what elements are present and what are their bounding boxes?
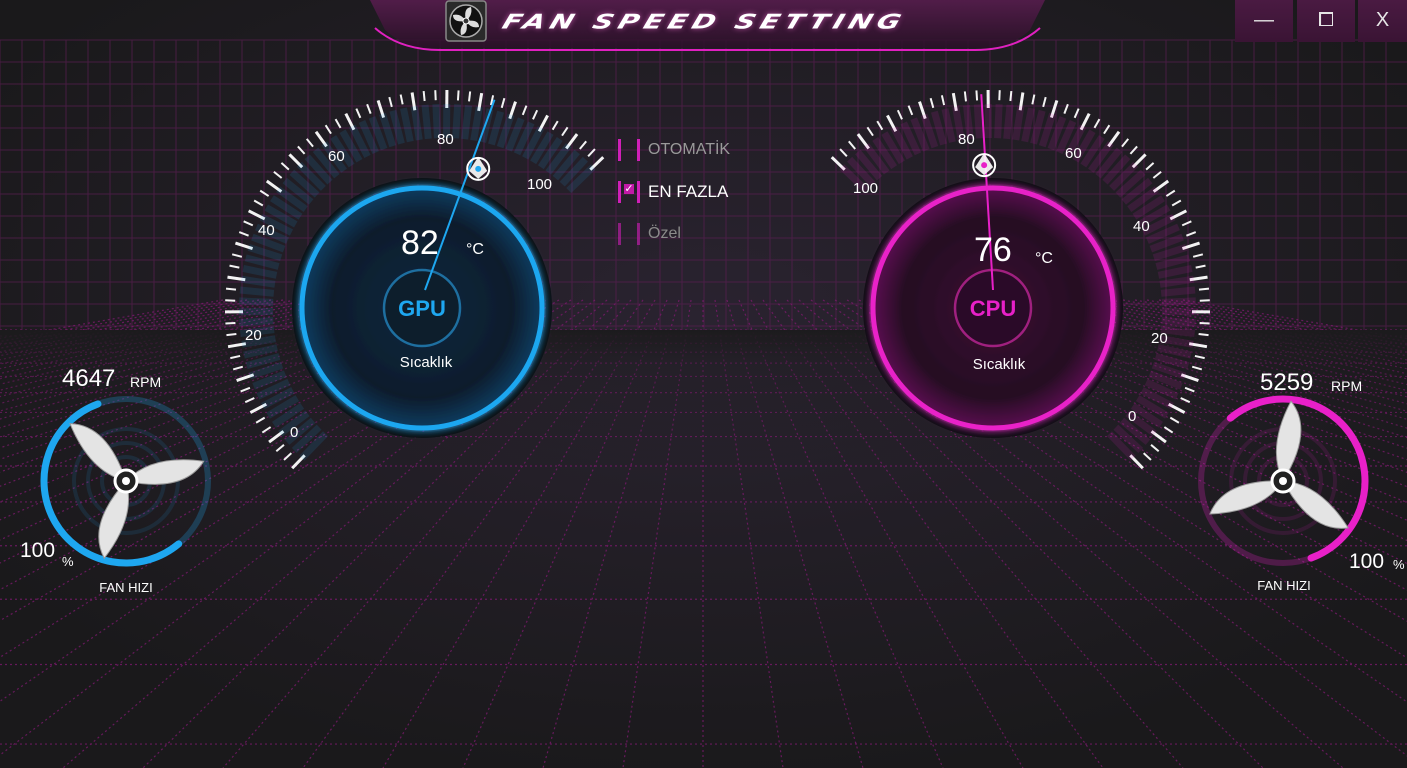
gpu-fan-rpm: 4647 <box>62 365 116 392</box>
cpu-tick-label: 40 <box>1133 218 1150 235</box>
mode-option-auto[interactable]: OTOMATİK <box>618 137 730 163</box>
cpu-needle-pivot <box>972 153 997 178</box>
cpu-fan-widget <box>1198 395 1369 566</box>
mode-label: Özel <box>648 225 681 242</box>
gpu-needle-pivot <box>466 156 491 181</box>
cpu-tick-label: 60 <box>1065 145 1082 162</box>
gpu-temperature-unit: °C <box>466 241 484 258</box>
cpu-tick-label: 80 <box>958 131 975 148</box>
gpu-fan-widget <box>40 396 211 567</box>
gpu-temperature-sublabel: Sıcaklık <box>399 354 453 371</box>
gpu-tick-label: 0 <box>290 424 299 441</box>
checkbox-auto[interactable] <box>618 139 640 161</box>
mode-label: EN FAZLA <box>648 182 729 201</box>
cpu-tick-label: 100 <box>853 180 879 197</box>
gpu-tick-label: 60 <box>328 148 345 165</box>
cpu-temperature-unit: °C <box>1035 250 1053 267</box>
gpu-fan-percent: 100 <box>20 539 56 562</box>
check-icon: ✓ <box>624 183 634 195</box>
cpu-fan-label: FAN HIZI <box>1257 578 1311 593</box>
checkbox-max[interactable]: ✓ <box>618 181 640 203</box>
gpu-temperature-value: 82 <box>401 224 439 262</box>
gpu-fan-label: FAN HIZI <box>99 580 153 595</box>
gpu-fan-percent-unit: % <box>62 554 74 569</box>
cpu-label: CPU <box>969 296 1017 321</box>
mode-option-max[interactable]: ✓ EN FAZLA <box>618 179 728 205</box>
cpu-fan-percent-unit: % <box>1393 557 1405 572</box>
cpu-tick-label: 0 <box>1128 408 1137 425</box>
cpu-temperature-value: 76 <box>974 231 1012 269</box>
gpu-tick-label: 40 <box>258 222 275 239</box>
gpu-tick-label: 20 <box>245 327 262 344</box>
cpu-fan-rpm-unit: RPM <box>1331 378 1363 394</box>
mode-label: OTOMATİK <box>648 141 731 158</box>
gpu-label: GPU <box>398 296 446 321</box>
checkbox-custom[interactable] <box>618 223 640 245</box>
gpu-tick-label: 80 <box>437 131 454 148</box>
cpu-tick-label: 20 <box>1151 330 1168 347</box>
cpu-fan-percent: 100 <box>1349 550 1385 573</box>
mode-option-custom[interactable]: Özel <box>618 221 681 247</box>
gpu-gauge <box>40 89 1369 567</box>
cpu-temperature-sublabel: Sıcaklık <box>972 356 1026 373</box>
cpu-fan-rpm: 5259 <box>1260 369 1314 396</box>
gpu-fan-rpm-unit: RPM <box>130 374 162 390</box>
gpu-tick-label: 100 <box>527 176 553 193</box>
